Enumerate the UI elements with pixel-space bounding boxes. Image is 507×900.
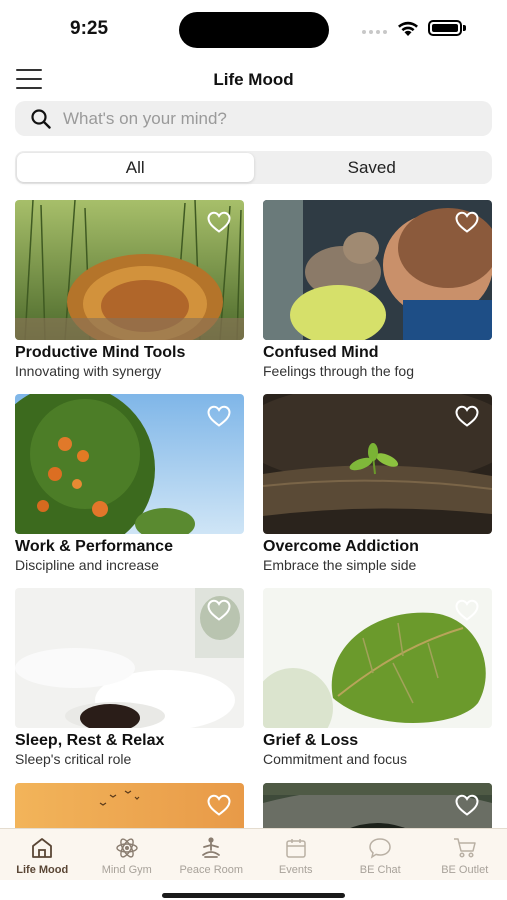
bottom-tab-bar: Life Mood Mind Gym Peace Room Events BE … — [0, 828, 507, 880]
card-image-sunset-birds — [15, 783, 244, 830]
app-header: Life Mood — [0, 62, 507, 98]
home-icon — [32, 838, 53, 858]
mood-card[interactable] — [263, 783, 492, 830]
card-subtitle: Commitment and focus — [263, 751, 407, 767]
card-subtitle: Embrace the simple side — [263, 557, 417, 573]
mood-card[interactable]: Confused Mind Feelings through the fog — [263, 200, 492, 379]
meditation-icon — [202, 837, 221, 858]
cart-icon — [453, 838, 476, 858]
favorite-heart-icon[interactable] — [454, 793, 480, 817]
tab-label: BE Chat — [359, 864, 401, 876]
chat-icon — [369, 838, 392, 859]
card-title: Grief & Loss — [263, 732, 359, 749]
tab-be-chat[interactable]: BE Chat — [338, 829, 423, 880]
tab-label: Life Mood — [16, 864, 69, 876]
card-subtitle: Sleep's critical role — [15, 751, 132, 767]
card-image-sprout — [263, 394, 492, 534]
card-image-leaf — [263, 588, 492, 728]
favorite-heart-icon[interactable] — [206, 210, 232, 234]
card-subtitle: Feelings through the fog — [263, 363, 414, 379]
tab-label: Mind Gym — [101, 864, 152, 876]
mood-card[interactable]: Work & Performance Discipline and increa… — [15, 394, 244, 573]
mood-card[interactable]: Sleep, Rest & Relax Sleep's critical rol… — [15, 588, 244, 767]
calendar-icon — [286, 839, 306, 858]
mood-card[interactable]: Overcome Addiction Embrace the simple si… — [263, 394, 492, 573]
battery-tip — [463, 25, 466, 31]
card-title: Work & Performance — [15, 538, 173, 555]
page-title: Life Mood — [213, 70, 294, 89]
tab-life-mood[interactable]: Life Mood — [0, 829, 85, 880]
mood-card-grid: Productive Mind Tools Innovating with sy… — [15, 200, 492, 830]
tab-label: Peace Room — [179, 864, 244, 876]
cellular-signal-icon — [362, 30, 387, 34]
card-image-sleeping — [15, 588, 244, 728]
card-image-peacock — [15, 200, 244, 340]
dynamic-island — [179, 12, 329, 48]
atom-icon — [116, 838, 138, 858]
favorite-heart-icon[interactable] — [206, 598, 232, 622]
status-time: 9:25 — [70, 18, 109, 39]
home-indicator — [162, 893, 345, 898]
wifi-icon — [398, 21, 418, 36]
tab-events[interactable]: Events — [254, 829, 339, 880]
card-title: Overcome Addiction — [263, 538, 419, 555]
tab-label: BE Outlet — [441, 864, 489, 876]
search-bar[interactable] — [15, 101, 492, 136]
tab-peace-room[interactable]: Peace Room — [169, 829, 254, 880]
card-image-orange-tree — [15, 394, 244, 534]
card-title: Confused Mind — [263, 344, 379, 361]
segment-saved[interactable]: Saved — [254, 153, 491, 182]
card-image-stone-bridge — [263, 783, 492, 830]
tab-mind-gym[interactable]: Mind Gym — [85, 829, 170, 880]
mood-card[interactable]: Productive Mind Tools Innovating with sy… — [15, 200, 244, 379]
search-icon — [31, 108, 51, 129]
tab-label: Events — [278, 864, 313, 876]
tab-be-outlet[interactable]: BE Outlet — [423, 829, 507, 880]
filter-segmented-control: All Saved — [15, 151, 492, 184]
status-bar: 9:25 — [0, 0, 507, 56]
favorite-heart-icon[interactable] — [454, 598, 480, 622]
card-image-child-kitten — [263, 200, 492, 340]
segment-all[interactable]: All — [17, 153, 254, 182]
card-subtitle: Discipline and increase — [15, 557, 159, 573]
search-input[interactable] — [63, 108, 463, 129]
favorite-heart-icon[interactable] — [454, 404, 480, 428]
mood-card[interactable]: Grief & Loss Commitment and focus — [263, 588, 492, 767]
mood-card[interactable] — [15, 783, 244, 830]
card-title: Productive Mind Tools — [15, 344, 186, 361]
card-subtitle: Innovating with synergy — [15, 363, 162, 379]
favorite-heart-icon[interactable] — [206, 793, 232, 817]
card-title: Sleep, Rest & Relax — [15, 732, 165, 749]
battery-icon — [428, 20, 462, 36]
favorite-heart-icon[interactable] — [454, 210, 480, 234]
favorite-heart-icon[interactable] — [206, 404, 232, 428]
